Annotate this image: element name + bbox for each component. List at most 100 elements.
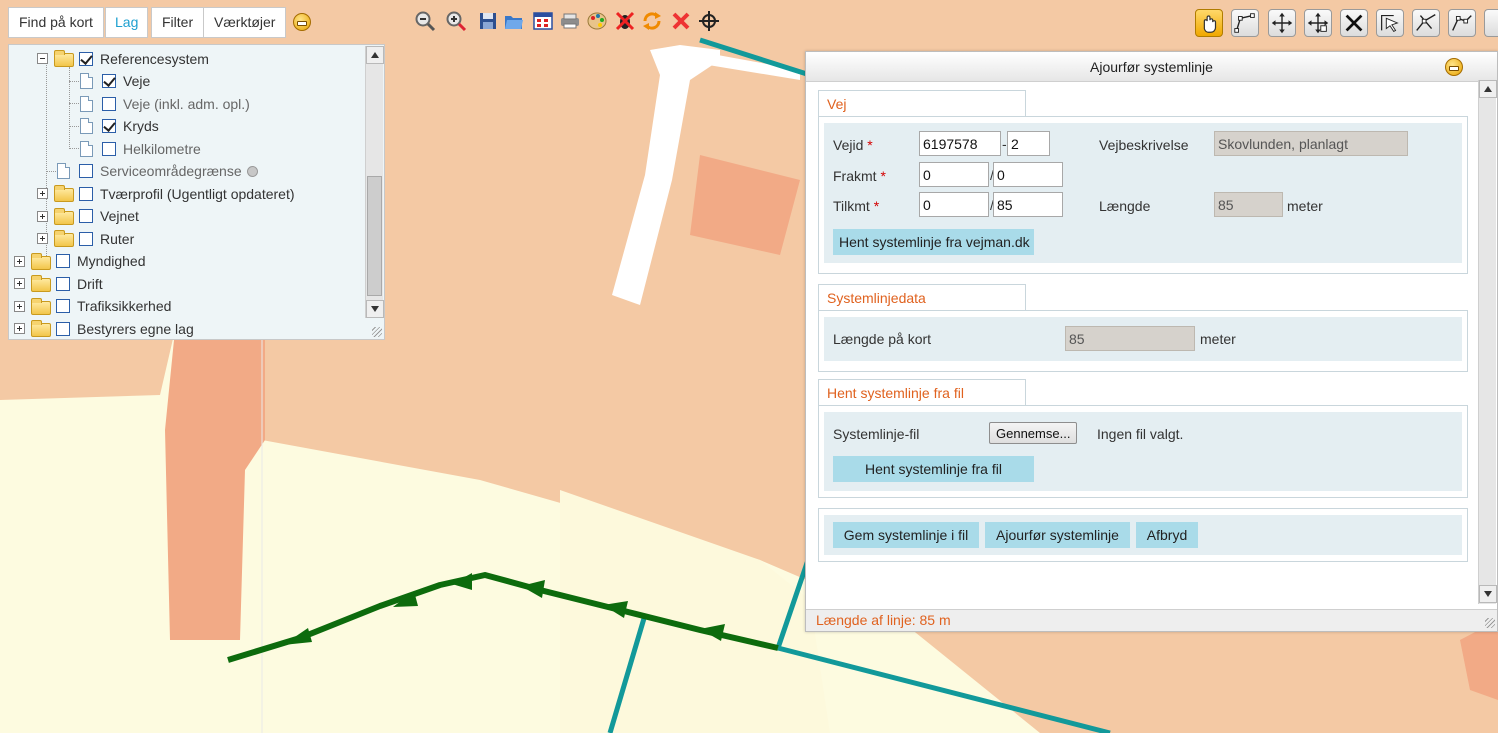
move-icon[interactable] bbox=[1268, 9, 1296, 37]
expand-tvaerprofil[interactable] bbox=[37, 188, 48, 199]
scroll-down-button[interactable] bbox=[1479, 585, 1497, 603]
tilkmt-m-input[interactable] bbox=[993, 192, 1063, 217]
expand-myndighed[interactable] bbox=[14, 256, 25, 267]
checkbox-referencesystem[interactable] bbox=[79, 52, 93, 66]
open-folder-icon[interactable] bbox=[503, 10, 525, 32]
minimize-dialog-icon[interactable] bbox=[1445, 58, 1463, 76]
scroll-up-button[interactable] bbox=[1479, 80, 1497, 98]
gennemse-button[interactable]: Gennemse... bbox=[989, 422, 1078, 444]
expand-ruter[interactable] bbox=[37, 233, 48, 244]
checkbox-myndighed[interactable] bbox=[56, 254, 70, 268]
zoom-out-icon[interactable] bbox=[414, 10, 436, 32]
folder-icon bbox=[54, 185, 74, 202]
expand-drift[interactable] bbox=[14, 278, 25, 289]
document-icon bbox=[80, 118, 93, 134]
laengde-paa-kort-label: Længde på kort bbox=[833, 331, 932, 347]
checkbox-drift[interactable] bbox=[56, 277, 70, 291]
gem-systemlinje-button[interactable]: Gem systemlinje i fil bbox=[833, 522, 979, 548]
tab-filter[interactable]: Filter bbox=[151, 7, 205, 38]
legend-hent-fra-fil: Hent systemlinje fra fil bbox=[818, 379, 1026, 406]
document-icon bbox=[80, 141, 93, 157]
folder-icon bbox=[31, 275, 51, 292]
collapse-referencesystem[interactable] bbox=[37, 53, 48, 64]
layer-tree-scrollbar[interactable] bbox=[365, 46, 384, 318]
hent-fra-vejman-button[interactable]: Hent systemlinje fra vejman.dk bbox=[833, 229, 1034, 255]
vejbeskrivelse-label: Vejbeskrivelse bbox=[1099, 137, 1189, 153]
checkbox-vejnet[interactable] bbox=[79, 209, 93, 223]
document-icon bbox=[80, 73, 93, 89]
frakmt-label: Frakmt * bbox=[833, 168, 886, 184]
expand-trafiksikkerhed[interactable] bbox=[14, 301, 25, 312]
scroll-down-button[interactable] bbox=[366, 300, 384, 318]
tab-vaerktoejer[interactable]: Værktøjer bbox=[203, 7, 287, 38]
vejid-input[interactable] bbox=[919, 131, 1001, 156]
resize-grip-icon[interactable] bbox=[372, 327, 382, 337]
refresh-icon[interactable] bbox=[641, 10, 663, 32]
layer-tree-panel: Referencesystem Veje Veje (inkl. adm. op… bbox=[8, 44, 385, 340]
laengde-unit: meter bbox=[1287, 198, 1323, 214]
tilkmt-km-input[interactable] bbox=[919, 192, 989, 217]
info-icon[interactable] bbox=[247, 166, 258, 177]
reshape-icon[interactable] bbox=[1448, 9, 1476, 37]
actions-inner: Gem systemlinje i fil Ajourfør systemlin… bbox=[824, 515, 1462, 555]
dialog-scrollbar[interactable] bbox=[1478, 80, 1497, 604]
checkbox-tvaerprofil[interactable] bbox=[79, 187, 93, 201]
fieldset-hent-fra-fil: Systemlinje-fil Gennemse... Ingen fil va… bbox=[818, 405, 1468, 498]
document-icon bbox=[80, 96, 93, 112]
ajourfoer-systemlinje-dialog: Ajourfør systemlinje Vej Vejid * - Vejbe… bbox=[805, 51, 1498, 632]
top-toolbar: Find på kort Lag Filter Værktøjer bbox=[0, 0, 1498, 44]
checkbox-helkilometre[interactable] bbox=[102, 142, 116, 156]
systemlinje-fil-label: Systemlinje-fil bbox=[833, 426, 920, 442]
checkbox-bestyrers-egne-lag[interactable] bbox=[56, 322, 70, 336]
draw-line-icon[interactable] bbox=[1231, 9, 1259, 37]
checkbox-kryds[interactable] bbox=[102, 119, 116, 133]
expand-bestyrers-egne-lag[interactable] bbox=[14, 323, 25, 334]
tab-find-paa-kort[interactable]: Find på kort bbox=[8, 7, 104, 38]
checkbox-ruter[interactable] bbox=[79, 232, 93, 246]
afbryd-button[interactable]: Afbryd bbox=[1136, 522, 1198, 548]
expand-vejnet[interactable] bbox=[37, 211, 48, 222]
no-file-text: Ingen fil valgt. bbox=[1097, 426, 1184, 442]
delete-x-icon[interactable] bbox=[670, 10, 692, 32]
collapse-panel-icon[interactable] bbox=[293, 13, 311, 31]
split-icon[interactable] bbox=[1412, 9, 1440, 37]
save-icon[interactable] bbox=[477, 10, 499, 32]
checkbox-veje-inkl[interactable] bbox=[102, 97, 116, 111]
folder-icon bbox=[54, 230, 74, 247]
delete-feature-icon[interactable] bbox=[1340, 9, 1368, 37]
frakmt-m-input[interactable] bbox=[993, 162, 1063, 187]
print-icon[interactable] bbox=[559, 10, 581, 32]
folder-icon bbox=[31, 298, 51, 315]
scroll-up-button[interactable] bbox=[366, 46, 384, 64]
zoom-in-icon[interactable] bbox=[445, 10, 467, 32]
tab-lag[interactable]: Lag bbox=[105, 7, 149, 38]
tree-connector bbox=[46, 65, 47, 260]
dialog-resize-grip-icon[interactable] bbox=[1485, 618, 1495, 628]
actions-box: Gem systemlinje i fil Ajourfør systemlin… bbox=[818, 508, 1468, 562]
vejid-separator: - bbox=[1002, 136, 1007, 152]
fieldset-hent-fra-fil-inner: Systemlinje-fil Gennemse... Ingen fil va… bbox=[824, 412, 1462, 491]
checkbox-trafiksikkerhed[interactable] bbox=[56, 299, 70, 313]
folder-icon bbox=[54, 50, 74, 67]
frakmt-km-input[interactable] bbox=[919, 162, 989, 187]
fieldset-systemlinjedata-inner: Længde på kort meter bbox=[824, 317, 1462, 361]
pan-hand-icon[interactable] bbox=[1195, 9, 1223, 37]
tilkmt-label: Tilkmt * bbox=[833, 198, 880, 214]
vejid-label: Vejid * bbox=[833, 137, 873, 153]
checkbox-veje[interactable] bbox=[102, 74, 116, 88]
folder-icon bbox=[54, 208, 74, 225]
ajourfoer-systemlinje-button[interactable]: Ajourfør systemlinje bbox=[985, 522, 1130, 548]
crosshair-icon[interactable] bbox=[698, 10, 720, 32]
select-arrow-icon[interactable] bbox=[1376, 9, 1404, 37]
more-tools-icon[interactable] bbox=[1484, 9, 1498, 37]
vejid-suffix-input[interactable] bbox=[1007, 131, 1050, 156]
no-bug-icon[interactable] bbox=[614, 10, 636, 32]
scroll-thumb[interactable] bbox=[367, 176, 382, 296]
legend-vej: Vej bbox=[818, 90, 1026, 117]
hent-fra-fil-button[interactable]: Hent systemlinje fra fil bbox=[833, 456, 1034, 482]
palette-icon[interactable] bbox=[586, 10, 608, 32]
move-vertex-icon[interactable] bbox=[1304, 9, 1332, 37]
table-icon[interactable] bbox=[532, 10, 554, 32]
checkbox-serviceomraadegraense[interactable] bbox=[79, 164, 93, 178]
folder-icon bbox=[31, 253, 51, 270]
